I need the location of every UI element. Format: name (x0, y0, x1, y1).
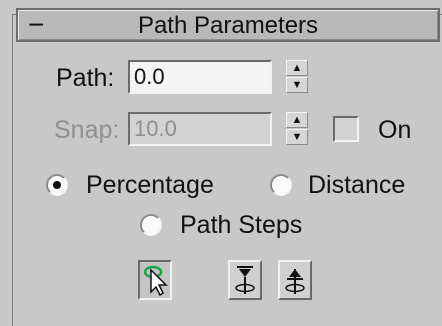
snap-input[interactable]: 10.0 (128, 112, 272, 146)
path-label: Path: (56, 64, 115, 92)
rollout-title: Path Parameters (137, 12, 319, 39)
pick-path-button[interactable] (138, 260, 172, 300)
percentage-radio[interactable] (46, 174, 68, 196)
path-steps-radio[interactable] (140, 214, 162, 236)
distance-label[interactable]: Distance (308, 171, 405, 199)
path-input[interactable]: 0.0 (128, 60, 272, 94)
snap-on-label: On (378, 116, 412, 144)
spinner-down-icon[interactable]: ▼ (286, 77, 308, 93)
percentage-label[interactable]: Percentage (86, 171, 214, 199)
align-pivot-down-icon (235, 266, 255, 294)
spinner-up-icon[interactable]: ▲ (286, 112, 308, 128)
align-pivot-up-button[interactable] (278, 260, 312, 300)
spinner-up-icon[interactable]: ▲ (286, 60, 308, 76)
snap-label: Snap: (54, 116, 120, 144)
spinner-down-icon[interactable]: ▼ (286, 129, 308, 145)
rollout-header[interactable]: − Path Parameters (16, 8, 440, 42)
align-pivot-down-button[interactable] (228, 260, 262, 300)
pick-path-icon (143, 265, 168, 297)
distance-radio[interactable] (270, 174, 292, 196)
align-pivot-up-icon (285, 269, 305, 294)
radio-selected-dot (53, 181, 61, 189)
path-steps-label[interactable]: Path Steps (180, 211, 302, 239)
path-spinner[interactable]: ▲ ▼ (286, 60, 310, 94)
snap-spinner[interactable]: ▲ ▼ (286, 112, 310, 146)
snap-on-checkbox[interactable] (333, 116, 359, 142)
